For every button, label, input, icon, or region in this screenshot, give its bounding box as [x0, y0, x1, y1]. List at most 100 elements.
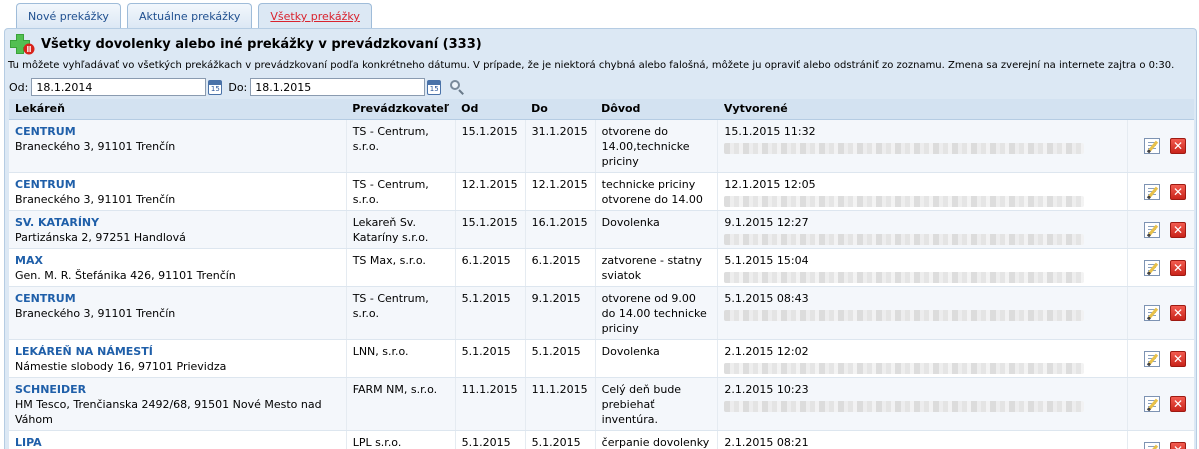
operator-cell: TS - Centrum, s.r.o.: [346, 286, 456, 340]
pharmacy-name-link[interactable]: LIPA: [15, 435, 340, 449]
pharmacy-address: Gen. M. R. Štefánika 426, 91101 Trenčín: [15, 268, 236, 282]
pharmacy-cross-icon: [9, 32, 35, 56]
reason-cell: Dovolenka: [595, 210, 719, 249]
actions-cell: ✕: [1127, 119, 1194, 173]
to-date-cell: 12.1.2015: [525, 172, 596, 211]
to-date-input[interactable]: [250, 78, 426, 96]
tab-new-obstacles[interactable]: Nové prekážky: [16, 3, 121, 29]
edit-icon[interactable]: [1144, 305, 1160, 321]
to-date-cell: 16.1.2015: [525, 210, 596, 249]
to-date-cell: 6.1.2015: [525, 248, 596, 287]
actions-cell: ✕: [1127, 172, 1194, 211]
title-row: Všetky dovolenky alebo iné prekážky v pr…: [9, 31, 482, 57]
pharmacy-address: Braneckého 3, 91101 Trenčín: [15, 192, 176, 206]
pharmacy-name-link[interactable]: CENTRUM: [15, 124, 340, 139]
delete-icon[interactable]: ✕: [1170, 350, 1186, 367]
delete-icon[interactable]: ✕: [1170, 221, 1186, 238]
created-timestamp: 2.1.2015 10:23: [724, 382, 809, 396]
delete-icon[interactable]: ✕: [1170, 305, 1186, 321]
calendar-icon[interactable]: 15: [208, 79, 223, 95]
to-date-cell: 5.1.2015: [525, 430, 596, 449]
delete-icon[interactable]: ✕: [1170, 396, 1186, 412]
reason-cell: Dovolenka: [595, 339, 719, 378]
created-cell: 5.1.2015 15:04: [717, 248, 1128, 287]
redacted-author: [724, 271, 1085, 283]
delete-icon[interactable]: ✕: [1170, 259, 1186, 276]
page-description: Tu môžete vyhľadávať vo všetkých prekážk…: [8, 60, 1175, 71]
created-timestamp: 5.1.2015 15:04: [724, 253, 809, 267]
from-label: Od:: [9, 80, 29, 94]
to-label: Do:: [228, 80, 248, 94]
operator-cell: LPL s.r.o.: [346, 430, 456, 449]
created-timestamp: 2.1.2015 12:02: [724, 344, 809, 358]
redacted-author: [724, 362, 1085, 374]
to-date-cell: 9.1.2015: [525, 286, 596, 340]
from-date-input[interactable]: [31, 78, 207, 96]
redacted-author: [724, 233, 1085, 245]
obstacles-table: Lekáreň Prevádzkovateľ Od Do Dôvod Vytvo…: [9, 99, 1194, 449]
pharmacy-address: Námestie slobody 16, 97101 Prievidza: [15, 359, 227, 373]
operator-cell: FARM NM, s.r.o.: [346, 377, 456, 431]
created-timestamp: 9.1.2015 12:27: [724, 215, 809, 229]
table-row: LIPASládkovičova 24/738, 957 01 Bánovce …: [9, 430, 1194, 449]
created-cell: 9.1.2015 12:27: [717, 210, 1128, 249]
from-date-cell: 5.1.2015: [455, 339, 526, 378]
tab-current-obstacles[interactable]: Aktuálne prekážky: [126, 3, 253, 29]
from-date-cell: 11.1.2015: [455, 377, 526, 431]
tab-all-obstacles[interactable]: Všetky prekážky: [258, 3, 372, 30]
pharmacy-cell: LIPASládkovičova 24/738, 957 01 Bánovce …: [9, 430, 347, 449]
edit-icon[interactable]: [1144, 396, 1160, 412]
reason-cell: otvorene do 14.00,technicke priciny: [595, 119, 719, 173]
pharmacy-cell: LEKÁREŇ NA NÁMESTÍ Námestie slobody 16, 9…: [9, 339, 347, 378]
pharmacy-name-link[interactable]: LEKÁREŇ NA NÁMESTÍ: [15, 344, 340, 359]
created-cell: 15.1.2015 11:32: [717, 119, 1128, 173]
from-date-cell: 5.1.2015: [455, 430, 526, 449]
delete-icon[interactable]: ✕: [1170, 138, 1186, 154]
operator-cell: LNN, s.r.o.: [346, 339, 456, 378]
created-cell: 2.1.2015 12:02: [717, 339, 1128, 378]
delete-icon[interactable]: ✕: [1170, 183, 1186, 200]
table-row: CENTRUM Braneckého 3, 91101 Trenčín TS - C…: [9, 119, 1194, 173]
to-date-cell: 5.1.2015: [525, 339, 596, 378]
pharmacy-name-link[interactable]: CENTRUM: [15, 177, 340, 192]
edit-icon[interactable]: [1144, 138, 1160, 154]
actions-cell: ✕: [1127, 377, 1194, 431]
created-cell: 2.1.2015 08:21: [717, 430, 1128, 449]
delete-icon[interactable]: ✕: [1170, 441, 1186, 449]
created-cell: 2.1.2015 10:23: [717, 377, 1128, 431]
table-row: SV. KATARÍNY Partizánska 2, 97251 Handlov…: [9, 210, 1194, 249]
to-date-cell: 31.1.2015: [525, 119, 596, 173]
redacted-author: [724, 309, 1085, 321]
column-header-operator: Prevádzkovateľ: [346, 99, 456, 120]
edit-icon[interactable]: [1144, 183, 1160, 200]
reason-cell: zatvorene - statny sviatok: [595, 248, 719, 287]
edit-icon[interactable]: [1144, 350, 1160, 367]
page-title: Všetky dovolenky alebo iné prekážky v pr…: [41, 36, 482, 52]
edit-icon[interactable]: [1144, 259, 1160, 276]
calendar-icon[interactable]: 15: [427, 79, 442, 95]
pharmacy-name-link[interactable]: SCHNEIDER: [15, 382, 340, 397]
operator-cell: TS Max, s.r.o.: [346, 248, 456, 287]
table-row: SCHNEIDER HM Tesco, Trenčianska 2492/68, …: [9, 377, 1194, 431]
actions-cell: ✕: [1127, 430, 1194, 449]
search-icon[interactable]: [449, 79, 465, 95]
edit-icon[interactable]: [1144, 221, 1160, 238]
column-header-to: Do: [525, 99, 596, 120]
operator-cell: TS - Centrum, s.r.o.: [346, 172, 456, 211]
pharmacy-name-link[interactable]: MAX: [15, 253, 340, 268]
pharmacy-name-link[interactable]: SV. KATARÍNY: [15, 215, 340, 230]
pharmacy-address: HM Tesco, Trenčianska 2492/68, 91501 Nov…: [15, 397, 322, 426]
actions-cell: ✕: [1127, 248, 1194, 287]
from-date-cell: 12.1.2015: [455, 172, 526, 211]
column-header-from: Od: [455, 99, 526, 120]
pharmacy-address: Braneckého 3, 91101 Trenčín: [15, 139, 176, 153]
created-timestamp: 15.1.2015 11:32: [724, 124, 816, 138]
operator-cell: TS - Centrum, s.r.o.: [346, 119, 456, 173]
edit-icon[interactable]: [1144, 441, 1160, 449]
actions-cell: ✕: [1127, 339, 1194, 378]
pharmacy-cell: CENTRUM Braneckého 3, 91101 Trenčín: [9, 286, 347, 340]
redacted-author: [724, 195, 1085, 207]
created-timestamp: 5.1.2015 08:43: [724, 291, 809, 305]
column-header-created: Vytvorené: [717, 99, 1128, 120]
pharmacy-name-link[interactable]: CENTRUM: [15, 291, 340, 306]
